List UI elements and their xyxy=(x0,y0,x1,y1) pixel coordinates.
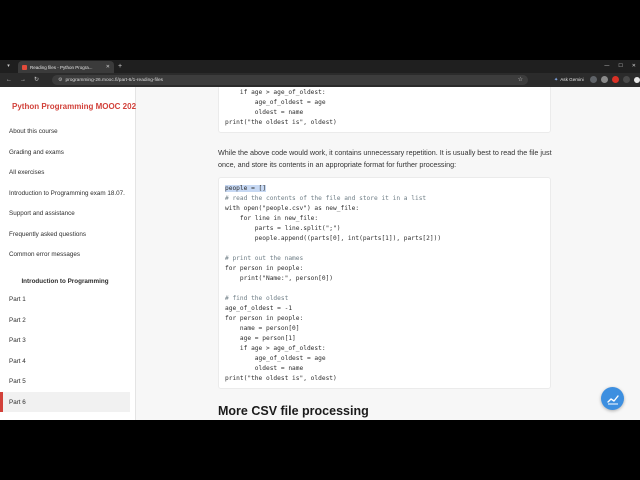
download-icon[interactable] xyxy=(623,76,630,83)
window-controls: — ☐ ✕ xyxy=(604,62,636,70)
sidebar-item-all-exercises[interactable]: All exercises xyxy=(9,169,44,176)
sidebar-item-part-1[interactable]: Part 1 xyxy=(9,296,26,303)
window-close-icon[interactable]: ✕ xyxy=(632,62,636,70)
code-comment: # find the oldest xyxy=(225,295,289,302)
browser-toolbar: ← → ↻ ⚙ programming-26.mooc.fi/part-6/1-… xyxy=(0,73,640,87)
sidebar-item-part-6[interactable]: Part 6 xyxy=(9,399,26,406)
browser-tab[interactable]: Reading files - Python Progra... ✕ xyxy=(18,61,114,73)
code-line: for line in new_file: xyxy=(225,215,319,222)
code-line: for person in people: xyxy=(225,265,304,272)
code-comment: # read the contents of the file and stor… xyxy=(225,195,427,202)
gemini-icon: ✦ xyxy=(554,77,559,83)
code-line: with open("people.csv") as new_file: xyxy=(225,205,360,212)
section-heading: More CSV file processing xyxy=(218,404,369,418)
code-line: age = person[1] xyxy=(225,335,296,342)
profile-icon[interactable] xyxy=(601,76,608,83)
code-line: age_of_oldest = age xyxy=(225,355,326,362)
sidebar-item-exam[interactable]: Introduction to Programming exam 18.07. xyxy=(9,190,125,197)
code-line: name = person[0] xyxy=(225,325,300,332)
sidebar-item-part-4[interactable]: Part 4 xyxy=(9,358,26,365)
extension-icon[interactable] xyxy=(590,76,597,83)
letterbox-bottom xyxy=(0,420,640,480)
sidebar-item-errors[interactable]: Common error messages xyxy=(9,251,80,258)
sidebar-item-part-2[interactable]: Part 2 xyxy=(9,317,26,324)
code-block-previous: if age > age_of_oldest: age_of_oldest = … xyxy=(218,87,551,133)
code-line: people.append((parts[0], int(parts[1]), … xyxy=(225,235,442,242)
minimize-icon[interactable]: — xyxy=(604,62,609,70)
explanation-paragraph: While the above code would work, it cont… xyxy=(218,148,552,169)
sidebar-item-support[interactable]: Support and assistance xyxy=(9,210,75,217)
back-icon[interactable]: ← xyxy=(6,75,12,85)
code-line: oldest = name xyxy=(225,109,304,116)
recording-icon[interactable] xyxy=(612,76,619,83)
code-line: print("Name:", person[0]) xyxy=(225,275,334,282)
favicon-icon xyxy=(22,64,27,70)
code-line: age_of_oldest = -1 xyxy=(225,305,293,312)
tab-search-icon[interactable]: ▾ xyxy=(4,62,13,70)
code-line: people = [] xyxy=(225,184,266,194)
selected-code[interactable]: people = [] xyxy=(225,185,266,192)
sidebar-item-about[interactable]: About this course xyxy=(9,128,58,135)
forward-icon[interactable]: → xyxy=(20,75,26,85)
maximize-icon[interactable]: ☐ xyxy=(618,62,622,70)
browser-window: ▾ Reading files - Python Progra... ✕ + —… xyxy=(0,60,640,420)
code-line: if age > age_of_oldest: xyxy=(225,345,326,352)
page: Python Programming MOOC 2026 About this … xyxy=(0,87,640,420)
sidebar-item-grading[interactable]: Grading and exams xyxy=(9,149,64,156)
gemini-label: Ask Gemini xyxy=(560,77,584,82)
address-bar[interactable]: ⚙ programming-26.mooc.fi/part-6/1-readin… xyxy=(52,75,528,85)
code-line: age_of_oldest = age xyxy=(225,99,326,106)
main-content: if age > age_of_oldest: age_of_oldest = … xyxy=(136,87,640,420)
sidebar-item-part-3[interactable]: Part 3 xyxy=(9,337,26,344)
letterbox-top xyxy=(0,0,640,60)
bookmark-star-icon[interactable]: ☆ xyxy=(518,76,523,84)
code-line: if age > age_of_oldest: xyxy=(225,89,326,96)
tab-strip: ▾ Reading files - Python Progra... ✕ + —… xyxy=(0,60,640,73)
code-line: oldest = name xyxy=(225,365,304,372)
ask-gemini-button[interactable]: ✦ Ask Gemini xyxy=(554,76,584,84)
tab-title: Reading files - Python Progra... xyxy=(30,64,93,70)
course-brand[interactable]: Python Programming MOOC 2026 xyxy=(12,102,140,111)
toolbar-icons: ⋮ xyxy=(590,76,640,83)
site-info-icon[interactable]: ⚙ xyxy=(58,77,62,83)
progress-fab-button[interactable] xyxy=(601,387,624,410)
code-line: for person in people: xyxy=(225,315,304,322)
code-line: print("the oldest is", oldest) xyxy=(225,119,337,126)
code-line: parts = line.split(";") xyxy=(225,225,341,232)
url-text: programming-26.mooc.fi/part-6/1-reading-… xyxy=(65,77,164,83)
code-comment: # print out the names xyxy=(225,255,304,262)
chart-icon xyxy=(606,394,619,404)
new-tab-icon[interactable]: + xyxy=(118,62,122,71)
sidebar-item-faq[interactable]: Frequently asked questions xyxy=(9,231,86,238)
sidebar: Python Programming MOOC 2026 About this … xyxy=(0,87,140,420)
tab-close-icon[interactable]: ✕ xyxy=(106,64,110,70)
code-line: print("the oldest is", oldest) xyxy=(225,375,337,382)
reload-icon[interactable]: ↻ xyxy=(34,75,39,85)
avatar[interactable] xyxy=(634,76,640,83)
sidebar-item-part-5[interactable]: Part 5 xyxy=(9,378,26,385)
sidebar-section-heading: Introduction to Programming xyxy=(21,278,109,285)
code-block-main: people = [] # read the contents of the f… xyxy=(218,177,551,389)
